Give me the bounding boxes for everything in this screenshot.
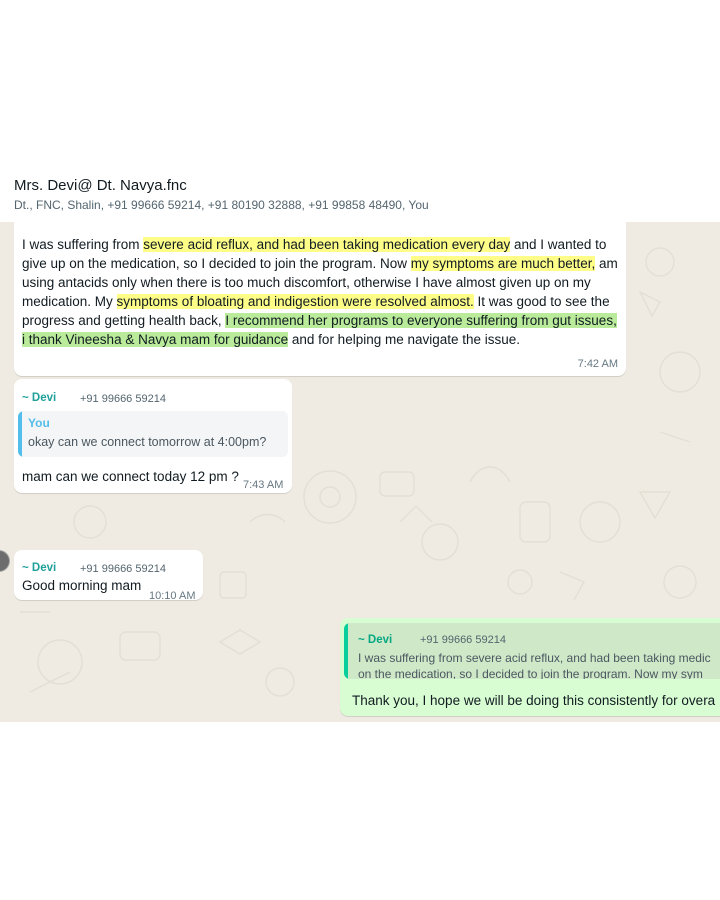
highlight-yellow: symptoms of bloating and indigestion wer…: [116, 294, 474, 309]
group-participants: Dt., FNC, Shalin, +91 99666 59214, +91 8…: [14, 198, 429, 212]
message-text: Good morning mam: [22, 578, 142, 593]
group-title: Mrs. Devi@ Dt. Navya.fnc: [14, 177, 187, 194]
sender-name[interactable]: ~ Devi: [22, 389, 56, 408]
message-time: 7:42 AM: [577, 358, 618, 370]
message-text: I was suffering from severe acid reflux,…: [22, 237, 618, 347]
highlight-yellow: severe acid reflux, and had been taking …: [143, 237, 511, 252]
message-acid-reflux-testimonial[interactable]: I was suffering from severe acid reflux,…: [14, 222, 626, 376]
quote-text: okay can we connect tomorrow at 4:00pm?: [28, 435, 267, 449]
quote-line: on the medication, so I decided to join …: [358, 667, 703, 679]
highlight-yellow: my symptoms are much better,: [410, 256, 596, 271]
sender-phone: +91 99666 59214: [80, 393, 166, 405]
quote-bar: [18, 411, 22, 457]
message-text: Thank you, I hope we will be doing this …: [352, 693, 716, 708]
quote-author: You: [28, 416, 50, 430]
message-connect-request[interactable]: ~ Devi +91 99666 59214 You okay can we c…: [14, 379, 292, 493]
quoted-message[interactable]: ~ Devi +91 99666 59214 I was suffering f…: [344, 623, 720, 679]
quote-phone: +91 99666 59214: [420, 634, 506, 646]
quote-sender: ~ Devi: [358, 634, 393, 646]
message-time: 10:10 AM: [149, 590, 196, 602]
message-good-morning[interactable]: ~ Devi +91 99666 59214 Good morning mam …: [14, 550, 203, 602]
page-bottom: [0, 722, 720, 900]
quote-bar: [344, 623, 348, 679]
message-thank-you[interactable]: ~ Devi +91 99666 59214 I was suffering f…: [340, 618, 720, 716]
message-time: 7:43 AM: [243, 479, 284, 491]
message-text: mam can we connect today 12 pm ?: [22, 469, 239, 484]
quoted-message[interactable]: You okay can we connect tomorrow at 4:00…: [18, 411, 288, 457]
chat-area[interactable]: I was suffering from severe acid reflux,…: [0, 222, 720, 722]
chat-header[interactable]: Mrs. Devi@ Dt. Navya.fnc Dt., FNC, Shali…: [0, 170, 720, 222]
